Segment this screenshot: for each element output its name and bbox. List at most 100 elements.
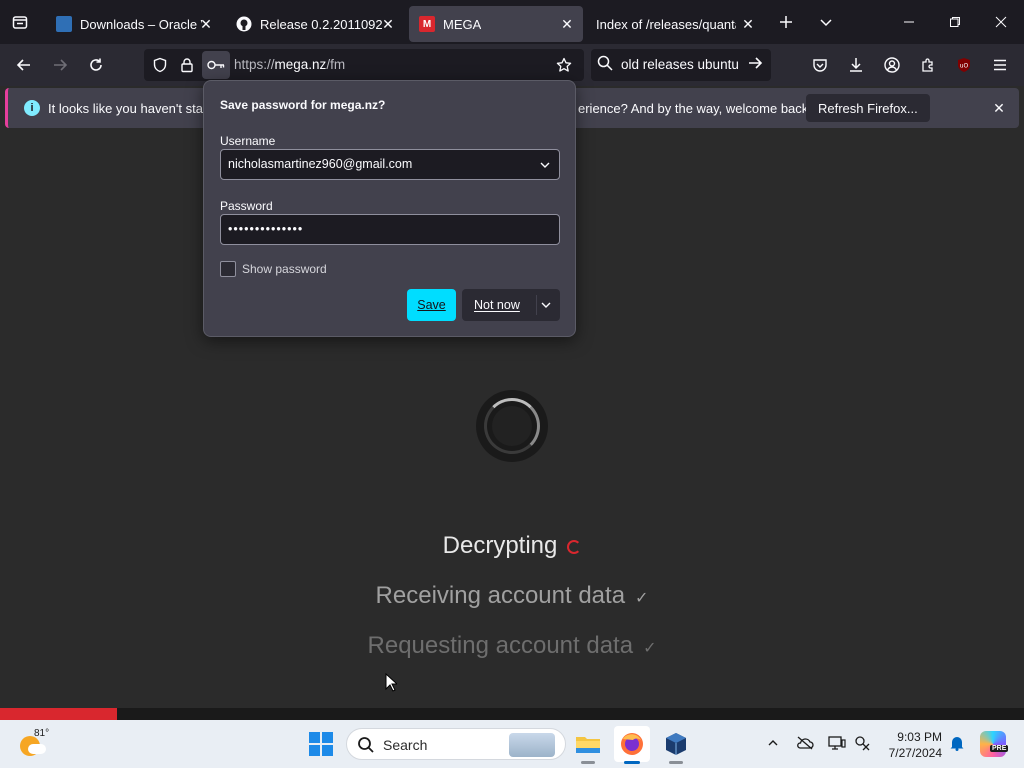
weather-widget[interactable]: 81° bbox=[20, 728, 49, 756]
step-receiving-account-data: Receiving account data ✓ bbox=[0, 582, 1024, 610]
minimize-icon bbox=[903, 16, 915, 28]
arrow-right-go-icon[interactable] bbox=[747, 55, 763, 71]
list-all-tabs-button[interactable] bbox=[806, 0, 846, 44]
chevron-down-icon[interactable] bbox=[538, 297, 554, 313]
spinner-ring bbox=[484, 398, 540, 454]
show-hidden-icons-button[interactable] bbox=[762, 732, 784, 754]
firefox-taskbar-button[interactable] bbox=[614, 726, 650, 764]
bookmark-star-icon[interactable] bbox=[554, 55, 574, 75]
start-button[interactable] bbox=[309, 732, 333, 756]
password-label: Password bbox=[220, 199, 273, 213]
search-input[interactable]: old releases ubuntu bbox=[621, 57, 739, 72]
username-label: Username bbox=[220, 134, 276, 148]
minimize-button[interactable] bbox=[886, 0, 932, 44]
plus-icon bbox=[779, 15, 793, 29]
tab-index-quantal[interactable]: Index of /releases/quantal ✕ bbox=[586, 6, 764, 42]
chevron-up-icon bbox=[767, 737, 779, 749]
loading-progress-bar bbox=[0, 708, 1024, 720]
clock-date: 7/27/2024 bbox=[888, 746, 942, 760]
downloads-button[interactable] bbox=[842, 51, 870, 79]
mouse-cursor-icon bbox=[385, 673, 397, 692]
tab-release[interactable]: Release 0.2.20110922_2 ✕ bbox=[226, 6, 404, 42]
tracking-protection-shield-icon[interactable] bbox=[150, 55, 170, 75]
notification-message-start: It looks like you haven't started bbox=[48, 101, 226, 116]
virtualbox-icon bbox=[664, 732, 688, 756]
url-text[interactable]: https://mega.nz/fm bbox=[234, 57, 345, 72]
close-tab-icon[interactable]: ✕ bbox=[740, 16, 756, 32]
show-password-checkbox[interactable] bbox=[220, 261, 236, 277]
refresh-firefox-button[interactable]: Refresh Firefox... bbox=[806, 94, 930, 122]
network-tray-icon[interactable] bbox=[852, 732, 874, 754]
notifications-button[interactable] bbox=[946, 732, 968, 754]
close-tab-icon[interactable]: ✕ bbox=[380, 16, 396, 32]
file-explorer-button[interactable] bbox=[570, 726, 606, 764]
chevron-down-icon[interactable] bbox=[537, 157, 553, 173]
ublock-origin-button[interactable]: uO bbox=[950, 51, 978, 79]
windows-logo-tile bbox=[322, 732, 333, 743]
url-scheme: https:// bbox=[234, 57, 275, 72]
download-icon bbox=[848, 57, 864, 73]
bell-icon bbox=[949, 735, 965, 751]
virtualbox-taskbar-button[interactable] bbox=[658, 726, 694, 764]
step-label: Decrypting bbox=[442, 532, 558, 559]
show-password-label[interactable]: Show password bbox=[242, 262, 327, 276]
new-tab-button[interactable] bbox=[766, 0, 806, 44]
address-bar[interactable]: https://mega.nz/fm bbox=[144, 49, 584, 81]
taskbar-search-box[interactable]: Search bbox=[346, 728, 566, 760]
cloud-icon bbox=[28, 744, 46, 754]
close-tab-icon[interactable]: ✕ bbox=[198, 16, 214, 32]
svg-text:uO: uO bbox=[960, 63, 969, 70]
app-menu-button[interactable] bbox=[986, 51, 1014, 79]
password-value: •••••••••••••• bbox=[228, 222, 304, 236]
password-key-icon[interactable] bbox=[202, 51, 230, 79]
arrow-left-icon bbox=[16, 57, 32, 73]
url-path: /fm bbox=[326, 57, 346, 72]
running-indicator bbox=[581, 761, 595, 764]
reload-button[interactable] bbox=[82, 51, 110, 79]
onedrive-tray-icon[interactable] bbox=[794, 732, 816, 754]
search-icon bbox=[357, 736, 375, 754]
firefox-view-button[interactable] bbox=[0, 0, 40, 44]
password-field[interactable]: •••••••••••••• bbox=[220, 214, 560, 245]
firefox-icon bbox=[619, 731, 645, 757]
pocket-button[interactable] bbox=[806, 51, 834, 79]
copilot-button[interactable]: PRE bbox=[980, 731, 1009, 757]
extensions-button[interactable] bbox=[914, 51, 942, 79]
checkmark-icon: ✓ bbox=[635, 590, 649, 607]
lock-icon[interactable] bbox=[177, 55, 197, 75]
step-label: Receiving account data bbox=[375, 582, 626, 609]
popup-title: Save password for mega.nz? bbox=[220, 98, 386, 112]
system-clock[interactable]: 9:03 PM 7/27/2024 bbox=[878, 729, 942, 761]
notification-message-end: erience? And by the way, welcome back! bbox=[578, 101, 812, 116]
mega-favicon-icon: M bbox=[419, 16, 435, 32]
search-bar[interactable]: old releases ubuntu bbox=[591, 49, 771, 81]
restore-button[interactable] bbox=[932, 0, 978, 44]
in-progress-spinner-icon bbox=[567, 539, 582, 554]
reload-icon bbox=[88, 57, 104, 73]
back-button[interactable] bbox=[10, 51, 38, 79]
spinner-core bbox=[492, 406, 532, 446]
step-decrypting: Decrypting bbox=[0, 532, 1024, 560]
not-now-label: Not now bbox=[474, 298, 520, 312]
tab-bar: Downloads – Oracle VM VirtualBox ✕ Relea… bbox=[0, 0, 1024, 44]
not-now-button[interactable]: Not now bbox=[462, 289, 560, 321]
display-tray-icon[interactable] bbox=[826, 732, 848, 754]
close-icon bbox=[995, 16, 1007, 28]
close-tab-icon[interactable]: ✕ bbox=[559, 16, 575, 32]
tab-downloads-virtualbox[interactable]: Downloads – Oracle VM VirtualBox ✕ bbox=[46, 6, 222, 42]
username-field[interactable]: nicholasmartinez960@gmail.com bbox=[220, 149, 560, 180]
arrow-right-icon bbox=[52, 57, 68, 73]
windows-taskbar: 81° Search 9:03 PM 7/27/2024 PRE bbox=[0, 720, 1024, 768]
forward-button[interactable] bbox=[46, 51, 74, 79]
username-value: nicholasmartinez960@gmail.com bbox=[228, 157, 413, 171]
close-notification-icon[interactable]: ✕ bbox=[991, 100, 1007, 116]
running-indicator bbox=[669, 761, 683, 764]
tab-mega[interactable]: M MEGA ✕ bbox=[409, 6, 583, 42]
account-button[interactable] bbox=[878, 51, 906, 79]
close-window-button[interactable] bbox=[978, 0, 1024, 44]
search-icon bbox=[597, 55, 613, 71]
puzzle-icon bbox=[920, 57, 936, 73]
save-button[interactable]: Save bbox=[407, 289, 456, 321]
windows-logo-tile bbox=[309, 745, 320, 756]
windows-logo-tile bbox=[322, 745, 333, 756]
